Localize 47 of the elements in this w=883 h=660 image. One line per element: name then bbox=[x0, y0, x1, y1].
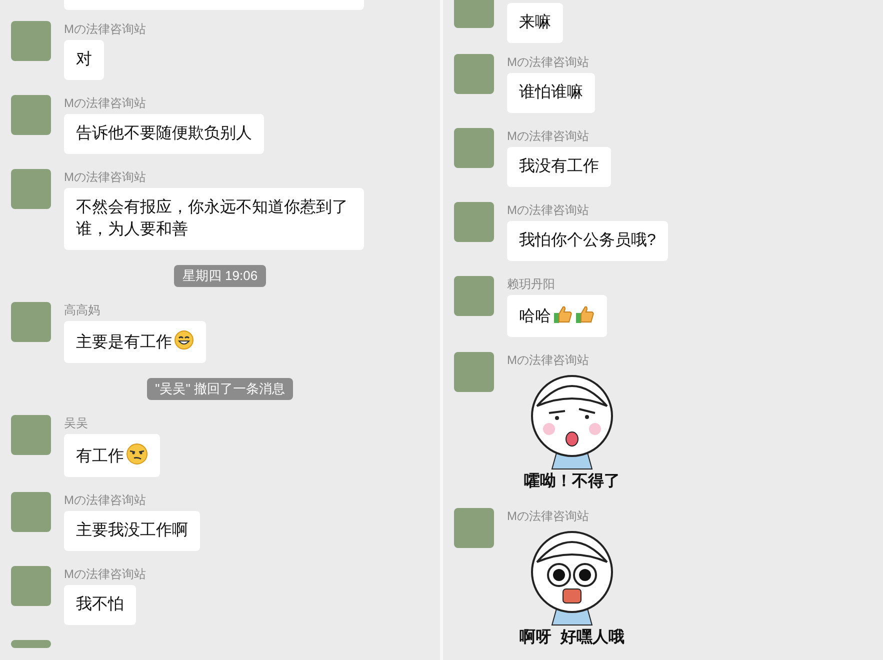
thumbs-up-icon bbox=[575, 304, 595, 324]
avatar-photo-placeholder bbox=[454, 352, 494, 392]
sender-name: Mの法律咨询站 bbox=[507, 128, 590, 144]
avatar-photo-placeholder bbox=[454, 54, 494, 94]
sender-name: Mの法律咨询站 bbox=[507, 352, 590, 368]
avatar-photo-placeholder bbox=[454, 128, 494, 168]
sender-name: Mの法律咨询站 bbox=[507, 54, 590, 70]
sender-name: Mの法律咨询站 bbox=[64, 492, 147, 508]
grinning-emoji-icon bbox=[174, 330, 194, 350]
sender-name: Mの法律咨询站 bbox=[507, 508, 590, 524]
message-bubble: 主要是有工作 bbox=[64, 321, 206, 363]
sender-name: Mの法律咨询站 bbox=[64, 566, 146, 582]
message-bubble: 主要我没工作啊 bbox=[64, 511, 200, 551]
avatar-photo-placeholder bbox=[454, 276, 494, 316]
message-bubble: 告诉他不要随便欺负别人 bbox=[64, 114, 264, 154]
avatar-photo-placeholder bbox=[454, 202, 494, 242]
sender-name: Mの法律咨询站 bbox=[64, 21, 146, 37]
message-bubble: 来嘛 bbox=[507, 3, 563, 43]
avatar-photo-placeholder bbox=[454, 0, 494, 28]
thumbs-up-icon bbox=[553, 304, 573, 324]
sender-name: 赖玥丹阳 bbox=[507, 276, 556, 292]
sender-name: 吴吴 bbox=[64, 415, 89, 431]
timestamp-label: 星期四 19:06 bbox=[174, 265, 266, 287]
message-bubble: 谁怕谁嘛 bbox=[507, 73, 595, 113]
message-bubble: 不然会有报应，你永远不知道你惹到了谁，为人要和善 bbox=[64, 188, 364, 250]
message-bubble: 有工作 bbox=[64, 434, 160, 477]
message-bubble: 我不怕 bbox=[64, 585, 136, 625]
avatar-photo-placeholder bbox=[11, 640, 51, 648]
avatar-photo-placeholder bbox=[11, 492, 51, 532]
avatar-photo-placeholder bbox=[11, 302, 51, 342]
sender-name: Mの法律咨询站 bbox=[64, 95, 147, 111]
sender-name: Mの法律咨询站 bbox=[64, 169, 147, 185]
avatar-photo-placeholder bbox=[11, 21, 51, 61]
sender-name: 高高妈 bbox=[64, 302, 101, 318]
message-bubble: 对 bbox=[64, 40, 104, 80]
sticker-caption: 啊呀 好嘿人哦 bbox=[520, 628, 624, 648]
recall-notice: "吴吴" 撤回了一条消息 bbox=[147, 378, 293, 400]
avatar-photo-placeholder bbox=[11, 95, 51, 135]
message-bubble: 我怕你个公务员哦? bbox=[507, 221, 668, 261]
avatar-photo-placeholder bbox=[11, 566, 51, 606]
message-bubble: 哈哈 bbox=[507, 295, 607, 337]
avatar-photo-placeholder bbox=[11, 169, 51, 209]
message-bubble: 我没有工作 bbox=[507, 147, 611, 187]
sender-name: Mの法律咨询站 bbox=[507, 202, 590, 218]
avatar-photo-placeholder bbox=[454, 508, 494, 548]
avatar-photo-placeholder bbox=[11, 415, 51, 455]
sticker-caption: 嚯呦！不得了 bbox=[524, 472, 620, 492]
